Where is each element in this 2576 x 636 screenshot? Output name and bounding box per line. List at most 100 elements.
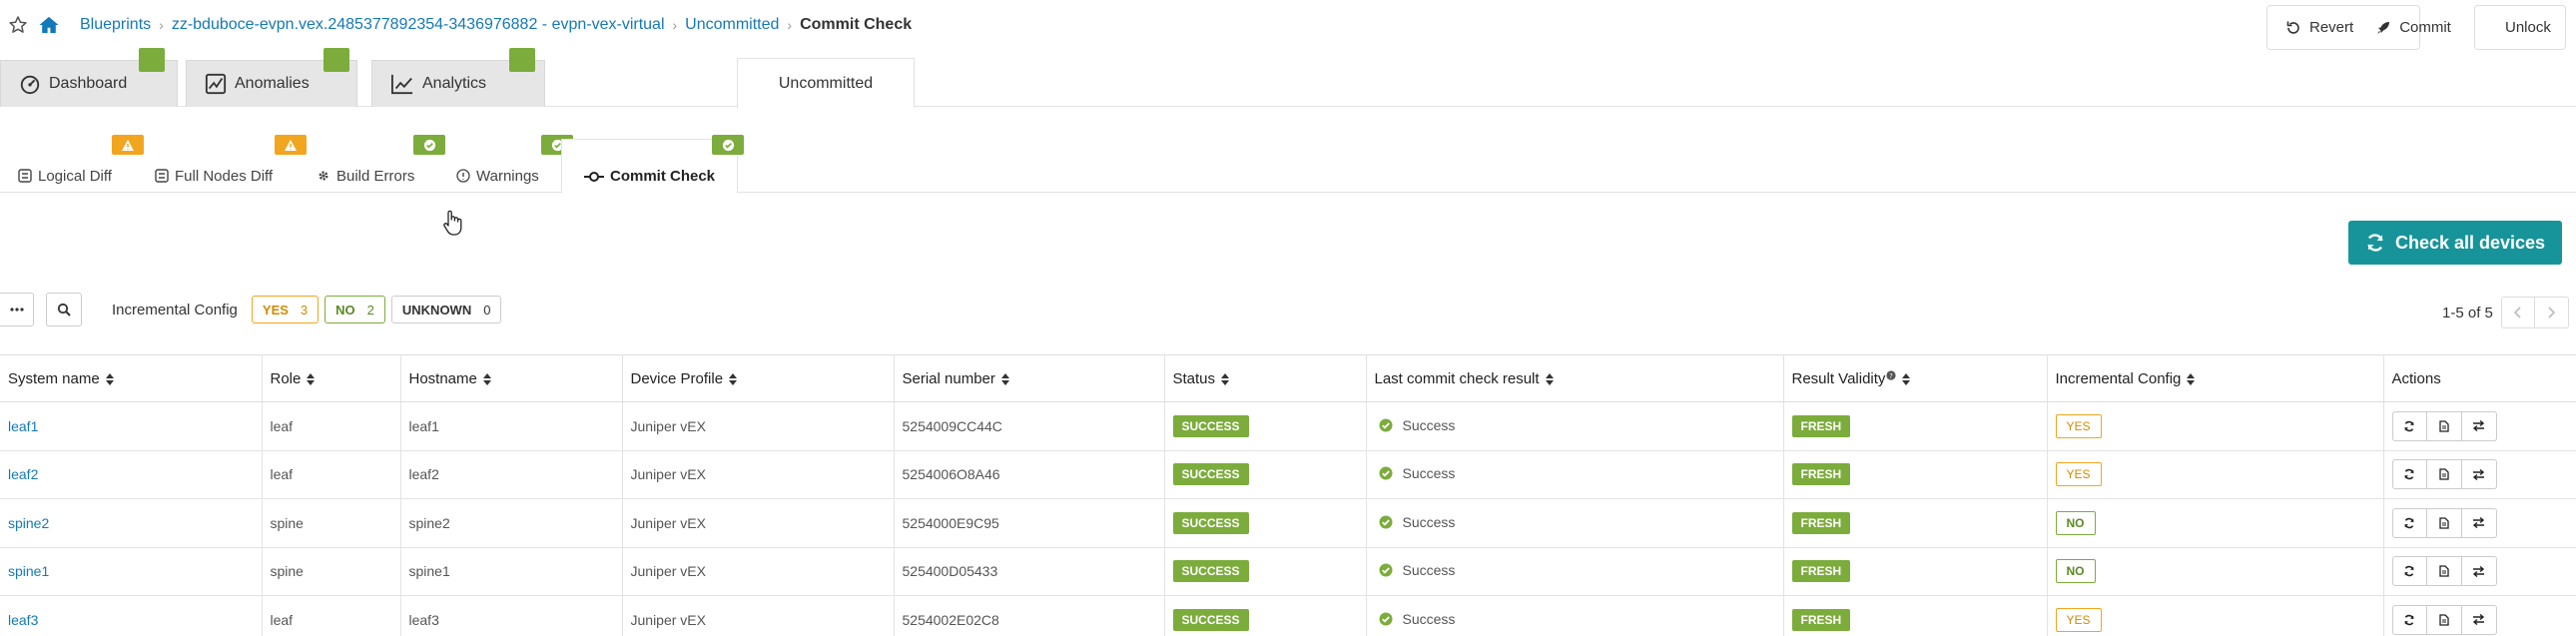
cell-result-validity: FRESH [1783, 401, 2048, 451]
revert-button[interactable]: Revert [2267, 6, 2371, 49]
system-name-link[interactable]: leaf3 [8, 612, 38, 628]
breadcrumb-blueprint[interactable]: zz-bduboce-evpn.vex.2485377892354-343697… [172, 16, 665, 34]
star-icon[interactable] [8, 15, 28, 35]
success-check-icon [1379, 515, 1392, 529]
incremental-badge: NO [2055, 510, 2096, 535]
search-button[interactable] [46, 293, 82, 326]
compare-button[interactable] [2461, 604, 2497, 635]
last-result-text: Success [1402, 562, 1456, 579]
role-value: leaf [270, 466, 294, 483]
filter-unknown[interactable]: UNKNOWN 0 [390, 296, 502, 323]
next-page-button[interactable] [2534, 297, 2569, 328]
help-icon: ? [1886, 369, 1897, 380]
sort-icon [105, 372, 114, 385]
system-name-link[interactable]: leaf1 [8, 418, 38, 434]
compare-button[interactable] [2461, 459, 2497, 490]
tab-uncommitted[interactable]: Uncommitted [737, 58, 915, 108]
cell-hostname: leaf3 [400, 595, 623, 636]
warning-icon [285, 139, 297, 151]
breadcrumb-blueprints[interactable]: Blueprints [80, 16, 151, 34]
compare-button[interactable] [2461, 410, 2497, 441]
cell-incremental-config: YES [2047, 595, 2384, 636]
filter-yes-label: YES [262, 302, 289, 318]
column-header-label: Actions [2391, 369, 2441, 387]
col-device-profile-header[interactable]: Device Profile [622, 354, 895, 402]
view-config-button[interactable] [2426, 410, 2462, 441]
unlock-button[interactable]: Unlock [2475, 6, 2569, 49]
revert-commit-group: Revert Commit [2266, 5, 2451, 50]
breadcrumb-separator: › [159, 17, 164, 33]
col-hostname-header[interactable]: Hostname [400, 354, 623, 402]
more-options-button[interactable] [0, 293, 34, 326]
main-tabs: Dashboard Anomalies Analytics Uncommitte… [0, 48, 2576, 108]
cell-serial-number: 5254009CC44C [894, 401, 1165, 451]
view-config-button[interactable] [2426, 604, 2462, 635]
swap-icon [2472, 565, 2485, 577]
refresh-icon [2404, 517, 2414, 528]
prev-page-button[interactable] [2500, 297, 2535, 328]
recheck-button[interactable] [2391, 604, 2427, 635]
tab-warnings[interactable]: Warnings [456, 159, 539, 193]
col-last-commit-check-result-header[interactable]: Last commit check result [1366, 354, 1784, 402]
refresh-icon [2404, 469, 2414, 480]
chevron-right-icon [2548, 307, 2556, 318]
col-status-header[interactable]: Status [1164, 354, 1367, 402]
cell-status: SUCCESS [1164, 450, 1367, 499]
col-serial-number-header[interactable]: Serial number [894, 354, 1165, 402]
column-header-label: Incremental Config [2055, 369, 2182, 387]
warning-icon [122, 139, 134, 151]
recheck-button[interactable] [2391, 410, 2427, 441]
refresh-icon [2404, 614, 2414, 625]
recheck-button[interactable] [2391, 507, 2427, 538]
system-name-link[interactable]: spine1 [8, 563, 49, 579]
breadcrumb-uncommitted[interactable]: Uncommitted [685, 16, 779, 34]
tab-logical-diff[interactable]: Logical Diff [18, 159, 112, 193]
svg-text:?: ? [1890, 372, 1894, 380]
col-role-header[interactable]: Role [262, 354, 401, 402]
analytics-icon [391, 74, 413, 95]
filter-yes[interactable]: YES 3 [251, 296, 320, 323]
pagination-text: 1-5 of 5 [2442, 304, 2493, 321]
compare-button[interactable] [2461, 556, 2497, 587]
filter-no[interactable]: NO 2 [324, 296, 385, 323]
commit-label: Commit [2399, 19, 2451, 36]
recheck-button[interactable] [2391, 556, 2427, 587]
cell-device-profile: Juniper vEX [622, 547, 895, 596]
cell-serial-number: 5254000E9C95 [894, 498, 1165, 548]
view-config-button[interactable] [2426, 507, 2462, 538]
home-icon[interactable] [38, 15, 60, 35]
column-header-label: Role [270, 369, 302, 387]
col-actions-header: Actions [2383, 354, 2576, 402]
serial-number-value: 5254009CC44C [902, 417, 1002, 434]
recheck-button[interactable] [2391, 459, 2427, 490]
commit-button[interactable]: Commit [2371, 6, 2469, 49]
view-config-button[interactable] [2426, 556, 2462, 587]
column-header-label: Status [1172, 369, 1216, 387]
sort-icon [1902, 372, 1911, 385]
search-icon [57, 303, 71, 317]
system-name-link[interactable]: spine2 [8, 515, 49, 531]
view-config-button[interactable] [2426, 459, 2462, 490]
last-result: Success [1379, 562, 1456, 579]
cell-serial-number: 5254002E02C8 [894, 595, 1165, 636]
tab-logical-diff-label: Logical Diff [38, 167, 112, 185]
cell-last-result: Success [1366, 450, 1784, 499]
col-result-validity-header[interactable]: Result Validity? [1783, 354, 2048, 402]
success-check-icon [1379, 563, 1392, 577]
cell-actions [2383, 498, 2576, 548]
check-all-devices-button[interactable]: Check all devices [2348, 221, 2562, 265]
rocket-icon [2377, 21, 2390, 34]
col-incremental-config-header[interactable]: Incremental Config [2047, 354, 2384, 402]
filter-bar: Incremental Config YES 3 NO 2 UNKNOWN 0 [0, 292, 507, 327]
cell-role: leaf [262, 595, 401, 636]
tab-build-errors[interactable]: Build Errors [317, 159, 414, 193]
compare-button[interactable] [2461, 507, 2497, 538]
system-name-link[interactable]: leaf2 [8, 466, 38, 482]
tab-full-nodes-diff[interactable]: Full Nodes Diff [155, 159, 273, 193]
cell-actions [2383, 595, 2576, 636]
column-header-label: Last commit check result [1374, 369, 1540, 387]
cell-last-result: Success [1366, 547, 1784, 596]
anomalies-status-badge [323, 48, 349, 72]
col-system-name-header[interactable]: System name [0, 354, 263, 402]
refresh-icon [2367, 234, 2383, 252]
